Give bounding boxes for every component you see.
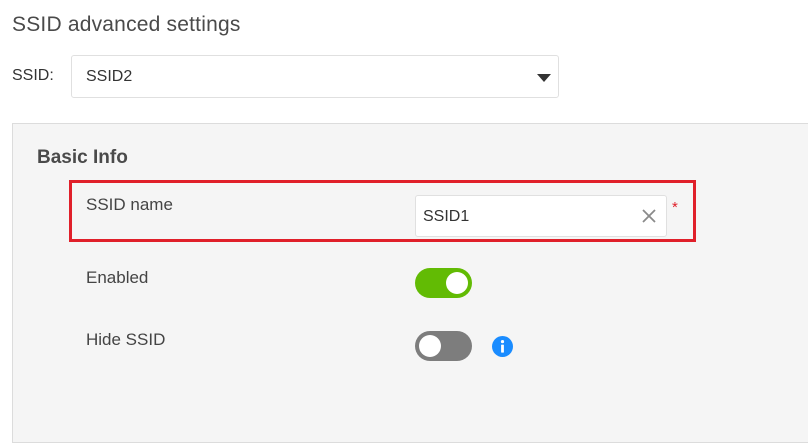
ssid-select[interactable]: SSID2 (71, 55, 559, 98)
enabled-toggle[interactable] (415, 268, 472, 298)
ssid-select-label: SSID: (12, 67, 54, 84)
enabled-label: Enabled (86, 268, 149, 287)
hide-ssid-toggle[interactable] (415, 331, 472, 361)
required-mark: * (672, 199, 678, 216)
ssid-name-value: SSID1 (423, 208, 470, 225)
page-title: SSID advanced settings (12, 13, 241, 36)
ssid-name-input[interactable]: SSID1 (415, 195, 667, 237)
toggle-knob (419, 335, 441, 357)
ssid-name-label: SSID name (86, 195, 173, 214)
caret-down-icon (537, 74, 551, 82)
toggle-knob (446, 272, 468, 294)
ssid-select-value: SSID2 (86, 68, 133, 85)
clear-x-icon[interactable] (640, 207, 658, 225)
section-title-basic-info: Basic Info (37, 147, 128, 168)
hide-ssid-label: Hide SSID (86, 330, 166, 349)
info-icon[interactable] (492, 336, 513, 357)
